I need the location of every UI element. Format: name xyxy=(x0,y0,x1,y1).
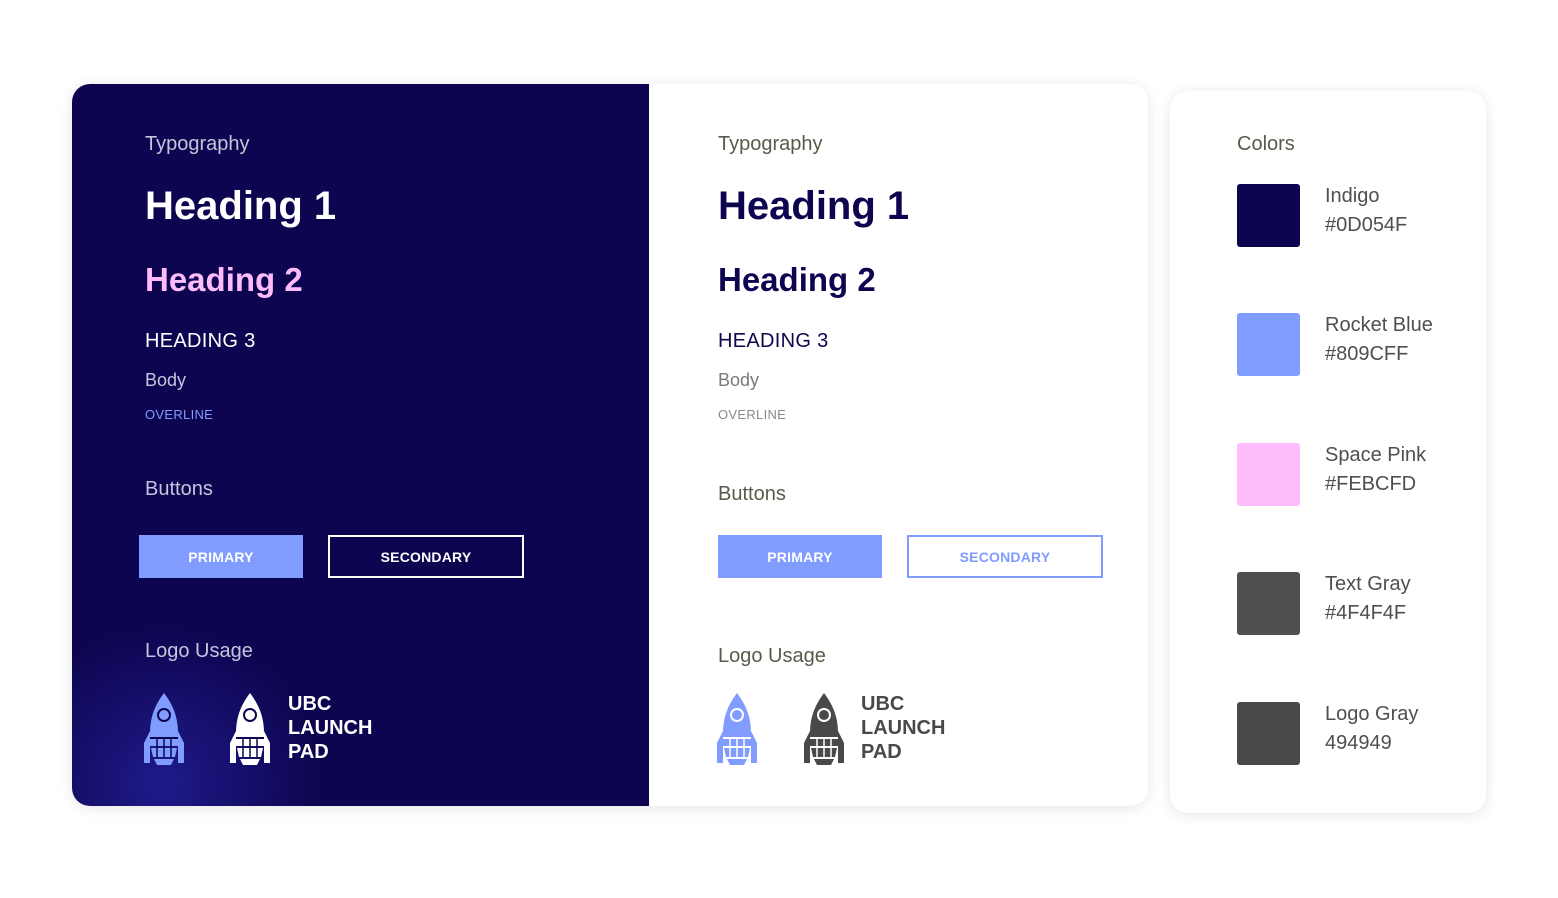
ubc-launch-pad-wordmark: UBC LAUNCH PAD xyxy=(861,692,945,764)
color-name: Text Gray xyxy=(1325,573,1411,595)
color-swatch-logo-gray xyxy=(1237,702,1300,765)
overline-sample: OVERLINE xyxy=(718,407,787,422)
wordmark-line: PAD xyxy=(288,741,329,763)
ubc-launch-pad-wordmark: UBC LAUNCH PAD xyxy=(288,692,372,764)
buttons-title: Buttons xyxy=(718,483,786,505)
color-name: Logo Gray xyxy=(1325,703,1419,725)
heading-3-sample: HEADING 3 xyxy=(718,330,829,352)
color-label-rocket-blue: Rocket Blue #809CFF xyxy=(1325,311,1433,369)
color-code: #0D054F xyxy=(1325,214,1408,236)
logo-usage-title: Logo Usage xyxy=(718,645,826,667)
buttons-title: Buttons xyxy=(145,478,213,500)
body-sample: Body xyxy=(718,370,760,390)
color-code: #809CFF xyxy=(1325,343,1409,365)
heading-1-sample: Heading 1 xyxy=(718,184,910,228)
secondary-button[interactable]: SECONDARY xyxy=(328,535,524,578)
secondary-button[interactable]: SECONDARY xyxy=(907,535,1103,578)
color-name: Space Pink xyxy=(1325,444,1427,466)
heading-1-sample: Heading 1 xyxy=(145,184,337,228)
wordmark-line: PAD xyxy=(861,741,902,763)
color-code: #4F4F4F xyxy=(1325,602,1407,624)
color-name: Rocket Blue xyxy=(1325,314,1433,336)
color-swatch-text-gray xyxy=(1237,572,1300,635)
light-theme-panel: Typography Heading 1 Heading 2 HEADING 3… xyxy=(649,84,1148,806)
color-label-text-gray: Text Gray #4F4F4F xyxy=(1325,570,1411,628)
color-label-logo-gray: Logo Gray 494949 xyxy=(1325,700,1418,758)
rocket-icon xyxy=(144,693,184,765)
wordmark-line: UBC xyxy=(288,693,332,715)
primary-button[interactable]: PRIMARY xyxy=(139,535,303,578)
color-label-space-pink: Space Pink #FEBCFD xyxy=(1325,441,1426,499)
color-code: 494949 xyxy=(1325,732,1392,754)
heading-2-sample: Heading 2 xyxy=(718,261,876,298)
color-swatch-indigo xyxy=(1237,184,1300,247)
body-sample: Body xyxy=(145,370,187,390)
color-code: #FEBCFD xyxy=(1325,473,1417,495)
logo-usage-title: Logo Usage xyxy=(145,640,253,662)
color-swatch-rocket-blue xyxy=(1237,313,1300,376)
color-name: Indigo xyxy=(1325,185,1380,207)
rocket-icon xyxy=(230,693,270,765)
color-label-indigo: Indigo #0D054F xyxy=(1325,182,1407,240)
heading-2-sample: Heading 2 xyxy=(145,261,303,298)
colors-title: Colors xyxy=(1237,133,1295,155)
primary-button[interactable]: PRIMARY xyxy=(718,535,882,578)
wordmark-line: LAUNCH xyxy=(288,717,373,739)
wordmark-line: UBC xyxy=(861,693,905,715)
colors-card: Colors Indigo #0D054F Rocket Blue #809CF… xyxy=(1170,91,1486,813)
color-swatch-space-pink xyxy=(1237,443,1300,506)
wordmark-line: LAUNCH xyxy=(861,717,946,739)
rocket-icon xyxy=(804,693,844,765)
typography-title: Typography xyxy=(718,133,823,155)
rocket-icon xyxy=(717,693,757,765)
style-guide-card: Typography Heading 1 Heading 2 HEADING 3… xyxy=(72,84,1148,806)
typography-title: Typography xyxy=(145,133,250,155)
dark-theme-panel: Typography Heading 1 Heading 2 HEADING 3… xyxy=(72,84,649,806)
heading-3-sample: HEADING 3 xyxy=(145,330,256,352)
overline-sample: OVERLINE xyxy=(145,407,214,422)
